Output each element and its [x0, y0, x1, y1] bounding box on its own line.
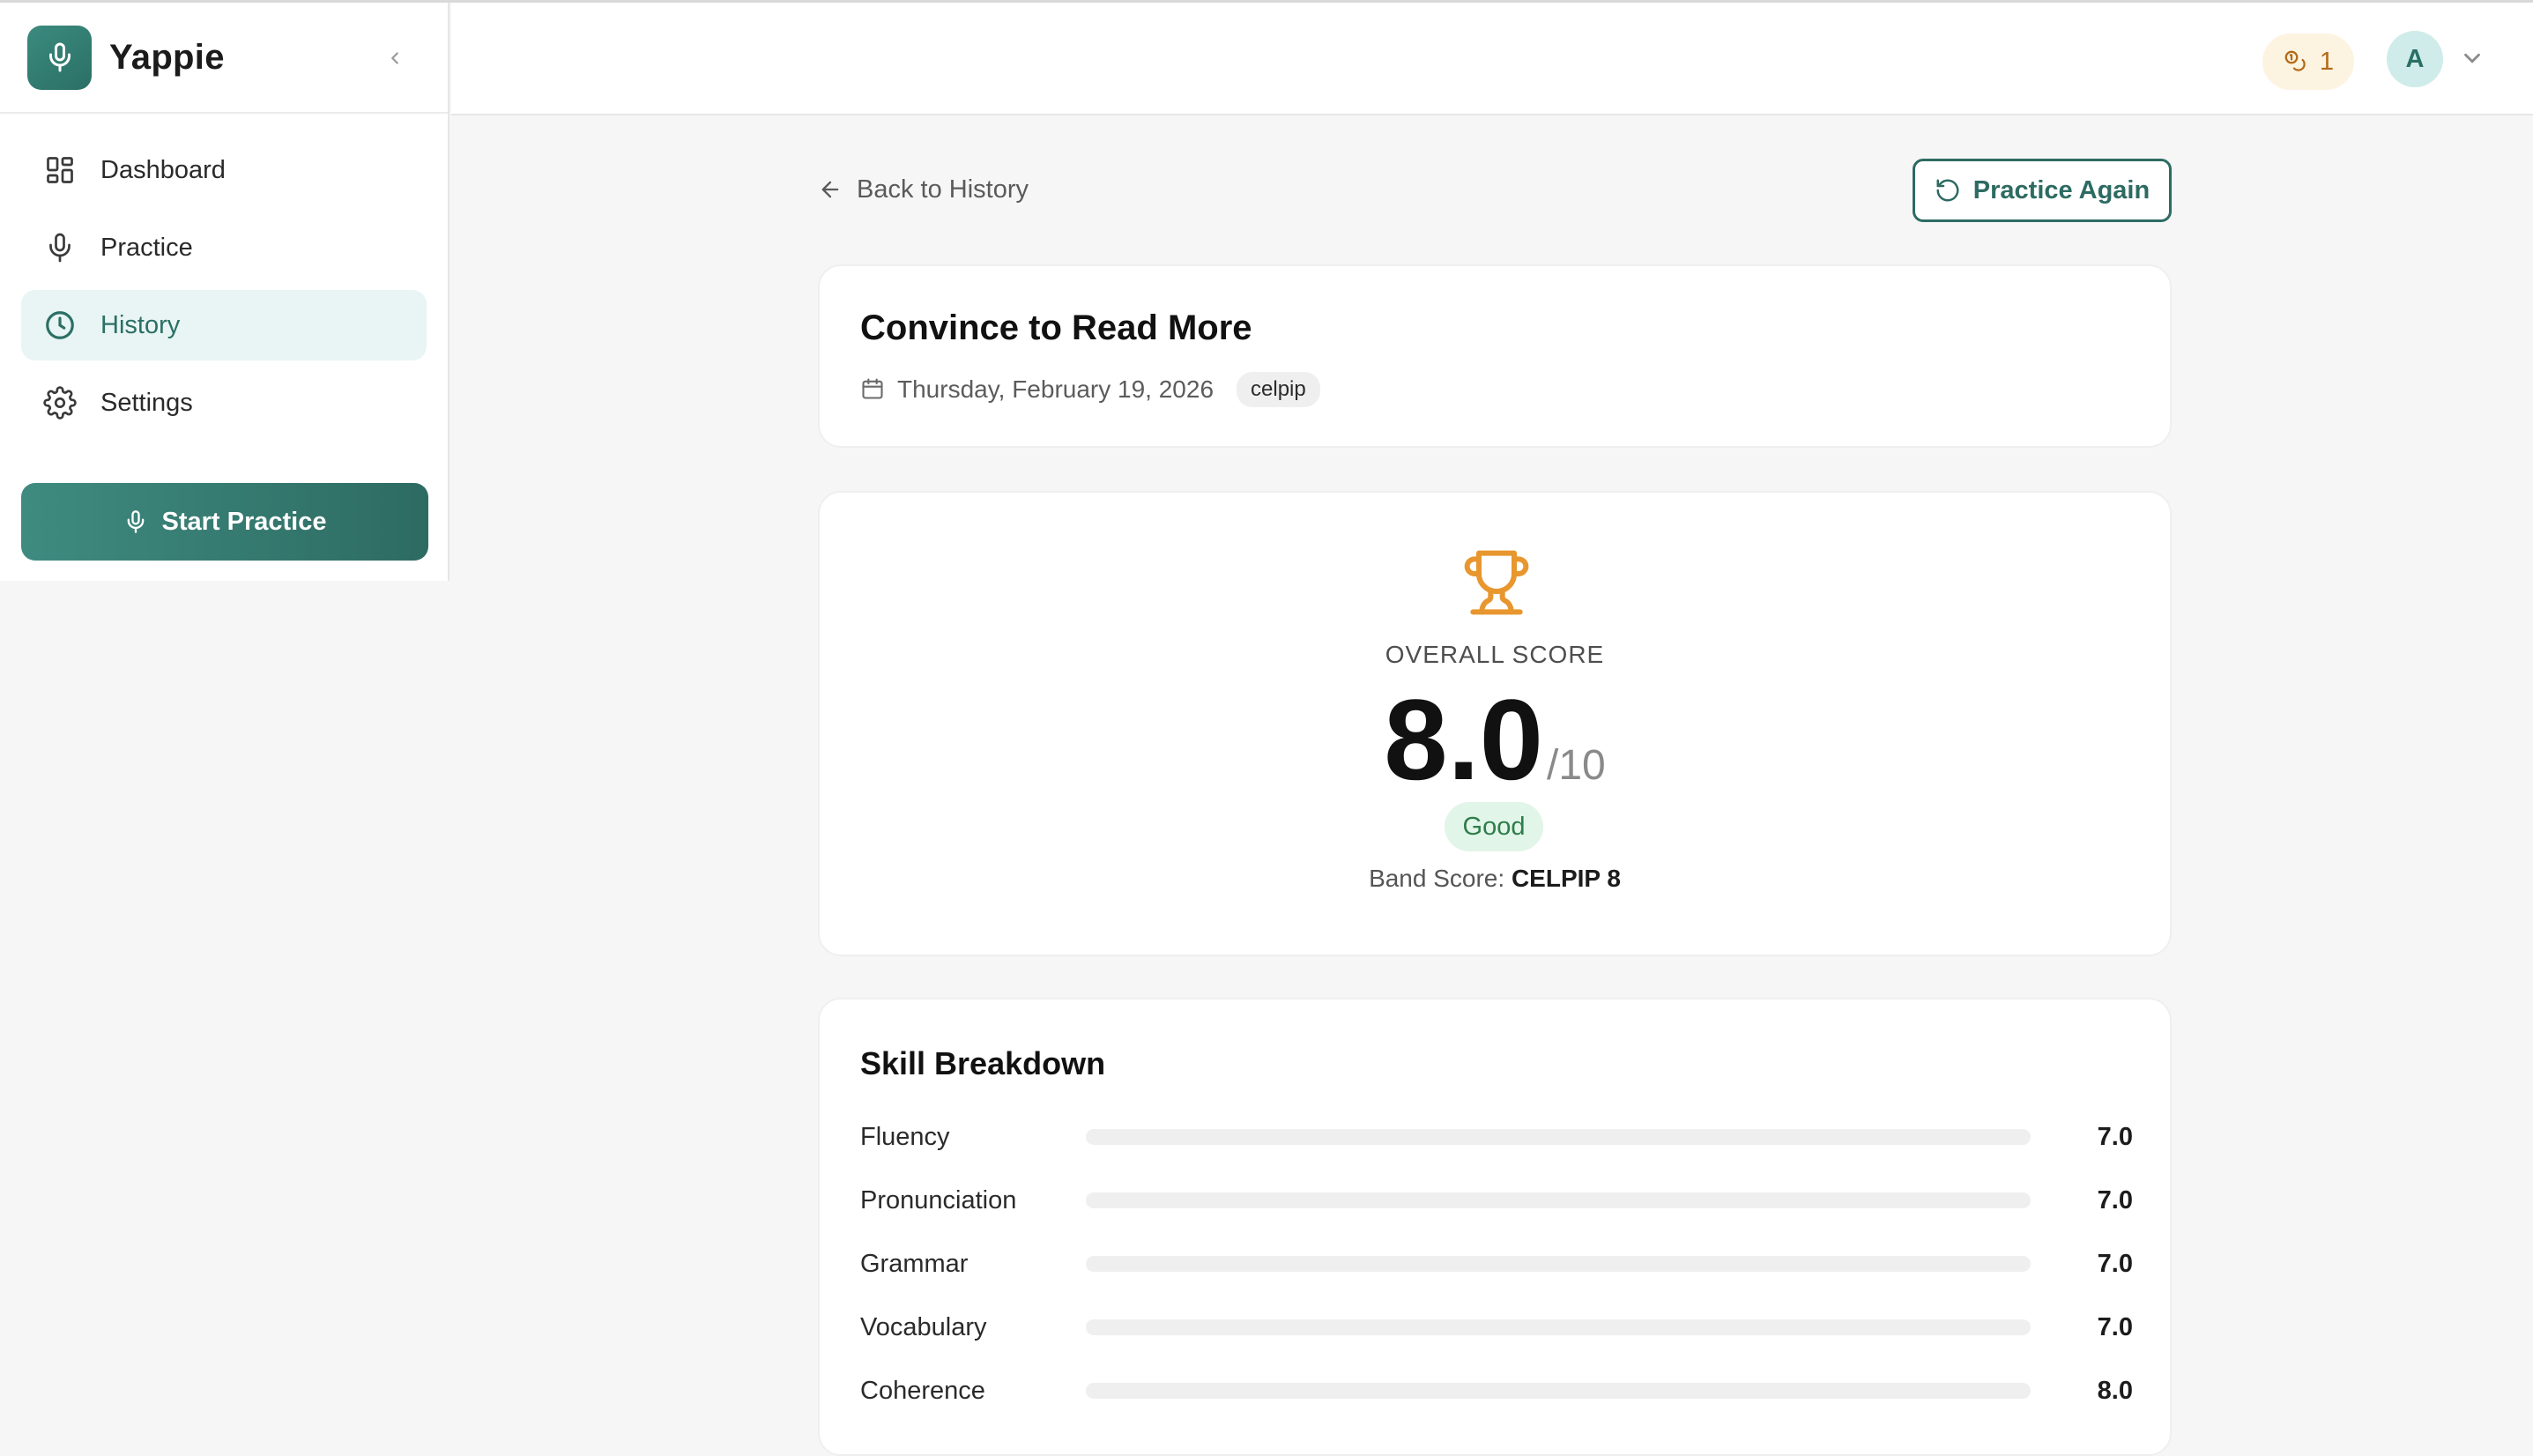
grid-icon	[42, 152, 78, 188]
overall-score-display: 8.0 /10	[820, 682, 2170, 797]
app-name: Yappie	[109, 37, 225, 77]
sidebar-item-settings[interactable]: Settings	[21, 368, 427, 438]
session-meta: Thursday, February 19, 2026 celpip	[860, 372, 1320, 407]
trophy-icon	[1461, 547, 1532, 618]
skill-value: 7.0	[2097, 1312, 2133, 1341]
skill-row-grammar: Grammar 7.0	[860, 1246, 2133, 1281]
credits-badge[interactable]: 1	[2262, 33, 2354, 90]
skill-name: Coherence	[860, 1376, 985, 1405]
mic-logo-icon	[27, 25, 92, 90]
session-title: Convince to Read More	[860, 308, 1252, 347]
account-menu-toggle[interactable]	[2459, 45, 2485, 71]
skill-breakdown-card: Skill Breakdown Fluency 7.0 Pronunciatio…	[818, 998, 2172, 1456]
skill-bar-track	[1086, 1319, 2031, 1335]
skill-name: Vocabulary	[860, 1312, 987, 1341]
practice-again-button[interactable]: Practice Again	[1913, 159, 2172, 222]
chevron-left-icon	[391, 52, 398, 64]
band-score-label: Band Score:	[1369, 865, 1505, 892]
band-score-value: CELPIP 8	[1511, 865, 1621, 892]
overall-score-value: 8.0	[1384, 675, 1543, 804]
skill-name: Grammar	[860, 1249, 969, 1278]
skill-bar-track	[1086, 1129, 2031, 1145]
sidebar-item-label: Dashboard	[100, 155, 226, 184]
skill-value: 7.0	[2097, 1185, 2133, 1215]
session-date: Thursday, February 19, 2026	[897, 375, 1215, 403]
chevron-down-icon	[2464, 53, 2480, 63]
credits-count: 1	[2319, 47, 2335, 76]
sidebar-nav: Dashboard Practice History Settings	[0, 114, 448, 438]
coins-icon	[2284, 50, 2306, 71]
mic-icon	[42, 230, 78, 265]
back-to-history-label: Back to History	[857, 175, 1029, 204]
skill-row-pronunciation: Pronunciation 7.0	[860, 1183, 2133, 1218]
sidebar-item-history[interactable]: History	[21, 290, 427, 360]
back-to-history-link[interactable]: Back to History	[818, 172, 1029, 207]
skill-name: Pronunciation	[860, 1185, 1017, 1215]
start-practice-button[interactable]: Start Practice	[21, 483, 428, 561]
skill-value: 7.0	[2097, 1249, 2133, 1278]
sidebar-item-label: History	[100, 310, 181, 339]
skill-bar-track	[1086, 1383, 2031, 1399]
session-info-card: Convince to Read More Thursday, February…	[818, 264, 2172, 448]
overall-score-max: /10	[1546, 742, 1606, 789]
mic-icon	[127, 510, 144, 533]
clock-icon	[42, 308, 78, 343]
gear-icon	[42, 385, 78, 420]
skill-name: Fluency	[860, 1122, 950, 1151]
top-header: 1 A	[451, 3, 2533, 115]
start-practice-label: Start Practice	[161, 507, 327, 536]
sidebar-item-practice[interactable]: Practice	[21, 212, 427, 283]
band-score: Band Score: CELPIP 8	[820, 865, 2170, 893]
calendar-icon	[860, 376, 887, 403]
skill-row-coherence: Coherence 8.0	[860, 1373, 2133, 1408]
exam-tag: celpip	[1237, 372, 1320, 407]
sidebar-item-dashboard[interactable]: Dashboard	[21, 135, 427, 205]
practice-again-label: Practice Again	[1972, 175, 2150, 204]
brand-header: Yappie	[0, 3, 448, 114]
sidebar-item-label: Practice	[100, 233, 193, 262]
avatar[interactable]: A	[2387, 31, 2443, 87]
skill-bar-track	[1086, 1192, 2031, 1208]
rotate-ccw-icon	[1936, 179, 1959, 202]
overall-score-label: OVERALL SCORE	[1385, 641, 1605, 668]
rating-badge: Good	[1445, 802, 1543, 851]
collapse-sidebar-button[interactable]	[377, 41, 412, 76]
sidebar: Yappie Dashboard Practice History Settin…	[0, 3, 449, 581]
skill-value: 7.0	[2097, 1122, 2133, 1151]
arrow-left-icon	[821, 181, 839, 198]
skill-bar-track	[1086, 1256, 2031, 1272]
sidebar-item-label: Settings	[100, 388, 193, 417]
skill-row-vocabulary: Vocabulary 7.0	[860, 1310, 2133, 1345]
skill-breakdown-title: Skill Breakdown	[860, 1045, 1106, 1081]
skill-value: 8.0	[2097, 1376, 2133, 1405]
skill-row-fluency: Fluency 7.0	[860, 1119, 2133, 1155]
overall-score-card: OVERALL SCORE 8.0 /10 Good Band Score: C…	[818, 491, 2172, 956]
